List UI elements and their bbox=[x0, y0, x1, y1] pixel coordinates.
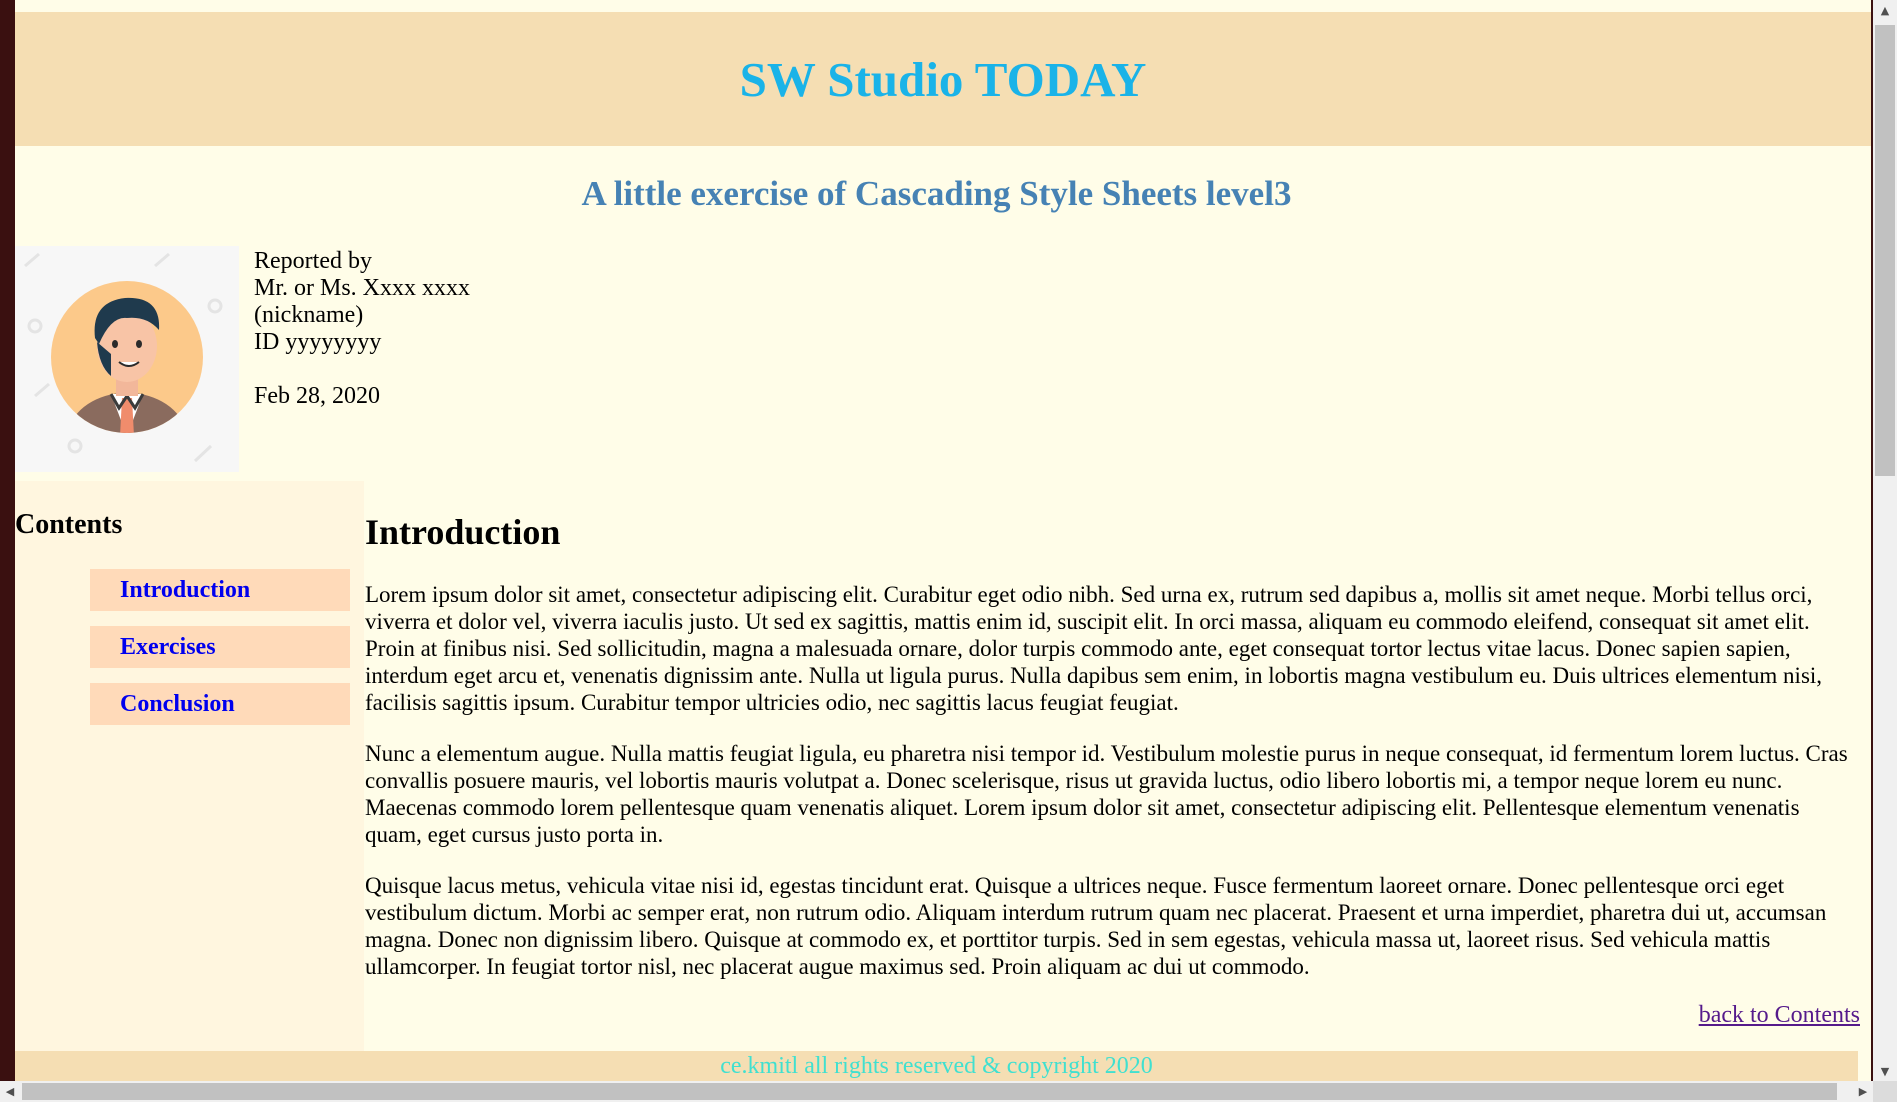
contents-sidebar: Contents Introduction Exercises Conclusi… bbox=[15, 481, 364, 1051]
nav-link-exercises[interactable]: Exercises bbox=[120, 634, 216, 661]
report-date: Feb 28, 2020 bbox=[254, 383, 380, 409]
contents-nav: Introduction Exercises Conclusion bbox=[90, 569, 350, 740]
nav-link-conclusion[interactable]: Conclusion bbox=[120, 691, 235, 718]
reporter-info: Reported by Mr. or Ms. Xxxx xxxx (nickna… bbox=[254, 248, 470, 410]
contents-heading: Contents bbox=[15, 509, 123, 540]
site-title: SW Studio TODAY bbox=[739, 51, 1147, 107]
vertical-scroll-thumb[interactable] bbox=[1875, 25, 1895, 476]
reporter-label: Reported by bbox=[254, 248, 372, 274]
site-header: SW Studio TODAY bbox=[15, 12, 1871, 146]
main-content: Introduction Lorem ipsum dolor sit amet,… bbox=[365, 500, 1860, 980]
vertical-scrollbar[interactable]: ▲ ▼ bbox=[1873, 0, 1897, 1081]
paragraph: Nunc a elementum augue. Nulla mattis feu… bbox=[365, 741, 1848, 847]
site-footer: ce.kmitl all rights reserved & copyright… bbox=[15, 1051, 1858, 1081]
scroll-down-arrow-icon[interactable]: ▼ bbox=[1873, 1061, 1897, 1081]
paragraph: Lorem ipsum dolor sit amet, consectetur … bbox=[365, 582, 1823, 715]
paragraph: Quisque lacus metus, vehicula vitae nisi… bbox=[365, 873, 1827, 979]
horizontal-scrollbar[interactable]: ◀ ▶ bbox=[0, 1081, 1873, 1102]
reporter-nickname: (nickname) bbox=[254, 302, 364, 328]
footer-text: ce.kmitl all rights reserved & copyright… bbox=[720, 1053, 1153, 1079]
scrollbar-corner bbox=[1873, 1081, 1897, 1102]
page-subtitle: A little exercise of Cascading Style She… bbox=[581, 174, 1292, 213]
scroll-right-arrow-icon[interactable]: ▶ bbox=[1853, 1081, 1873, 1102]
reporter-name: Mr. or Ms. Xxxx xxxx bbox=[254, 275, 471, 301]
nav-item-conclusion: Conclusion bbox=[90, 683, 350, 725]
reporter-id: ID yyyyyyyy bbox=[254, 329, 382, 355]
section-heading: Introduction bbox=[365, 512, 561, 552]
nav-link-introduction[interactable]: Introduction bbox=[120, 577, 250, 604]
scroll-up-arrow-icon[interactable]: ▲ bbox=[1873, 0, 1897, 20]
horizontal-scroll-thumb[interactable] bbox=[22, 1083, 1837, 1100]
nav-item-exercises: Exercises bbox=[90, 626, 350, 668]
nav-item-introduction: Introduction bbox=[90, 569, 350, 611]
back-to-contents-link[interactable]: back to Contents bbox=[1699, 1002, 1860, 1029]
avatar bbox=[15, 246, 239, 472]
page: SW Studio TODAY A little exercise of Cas… bbox=[15, 0, 1871, 1081]
avatar-illustration-icon bbox=[15, 246, 239, 472]
scroll-left-arrow-icon[interactable]: ◀ bbox=[0, 1081, 20, 1102]
